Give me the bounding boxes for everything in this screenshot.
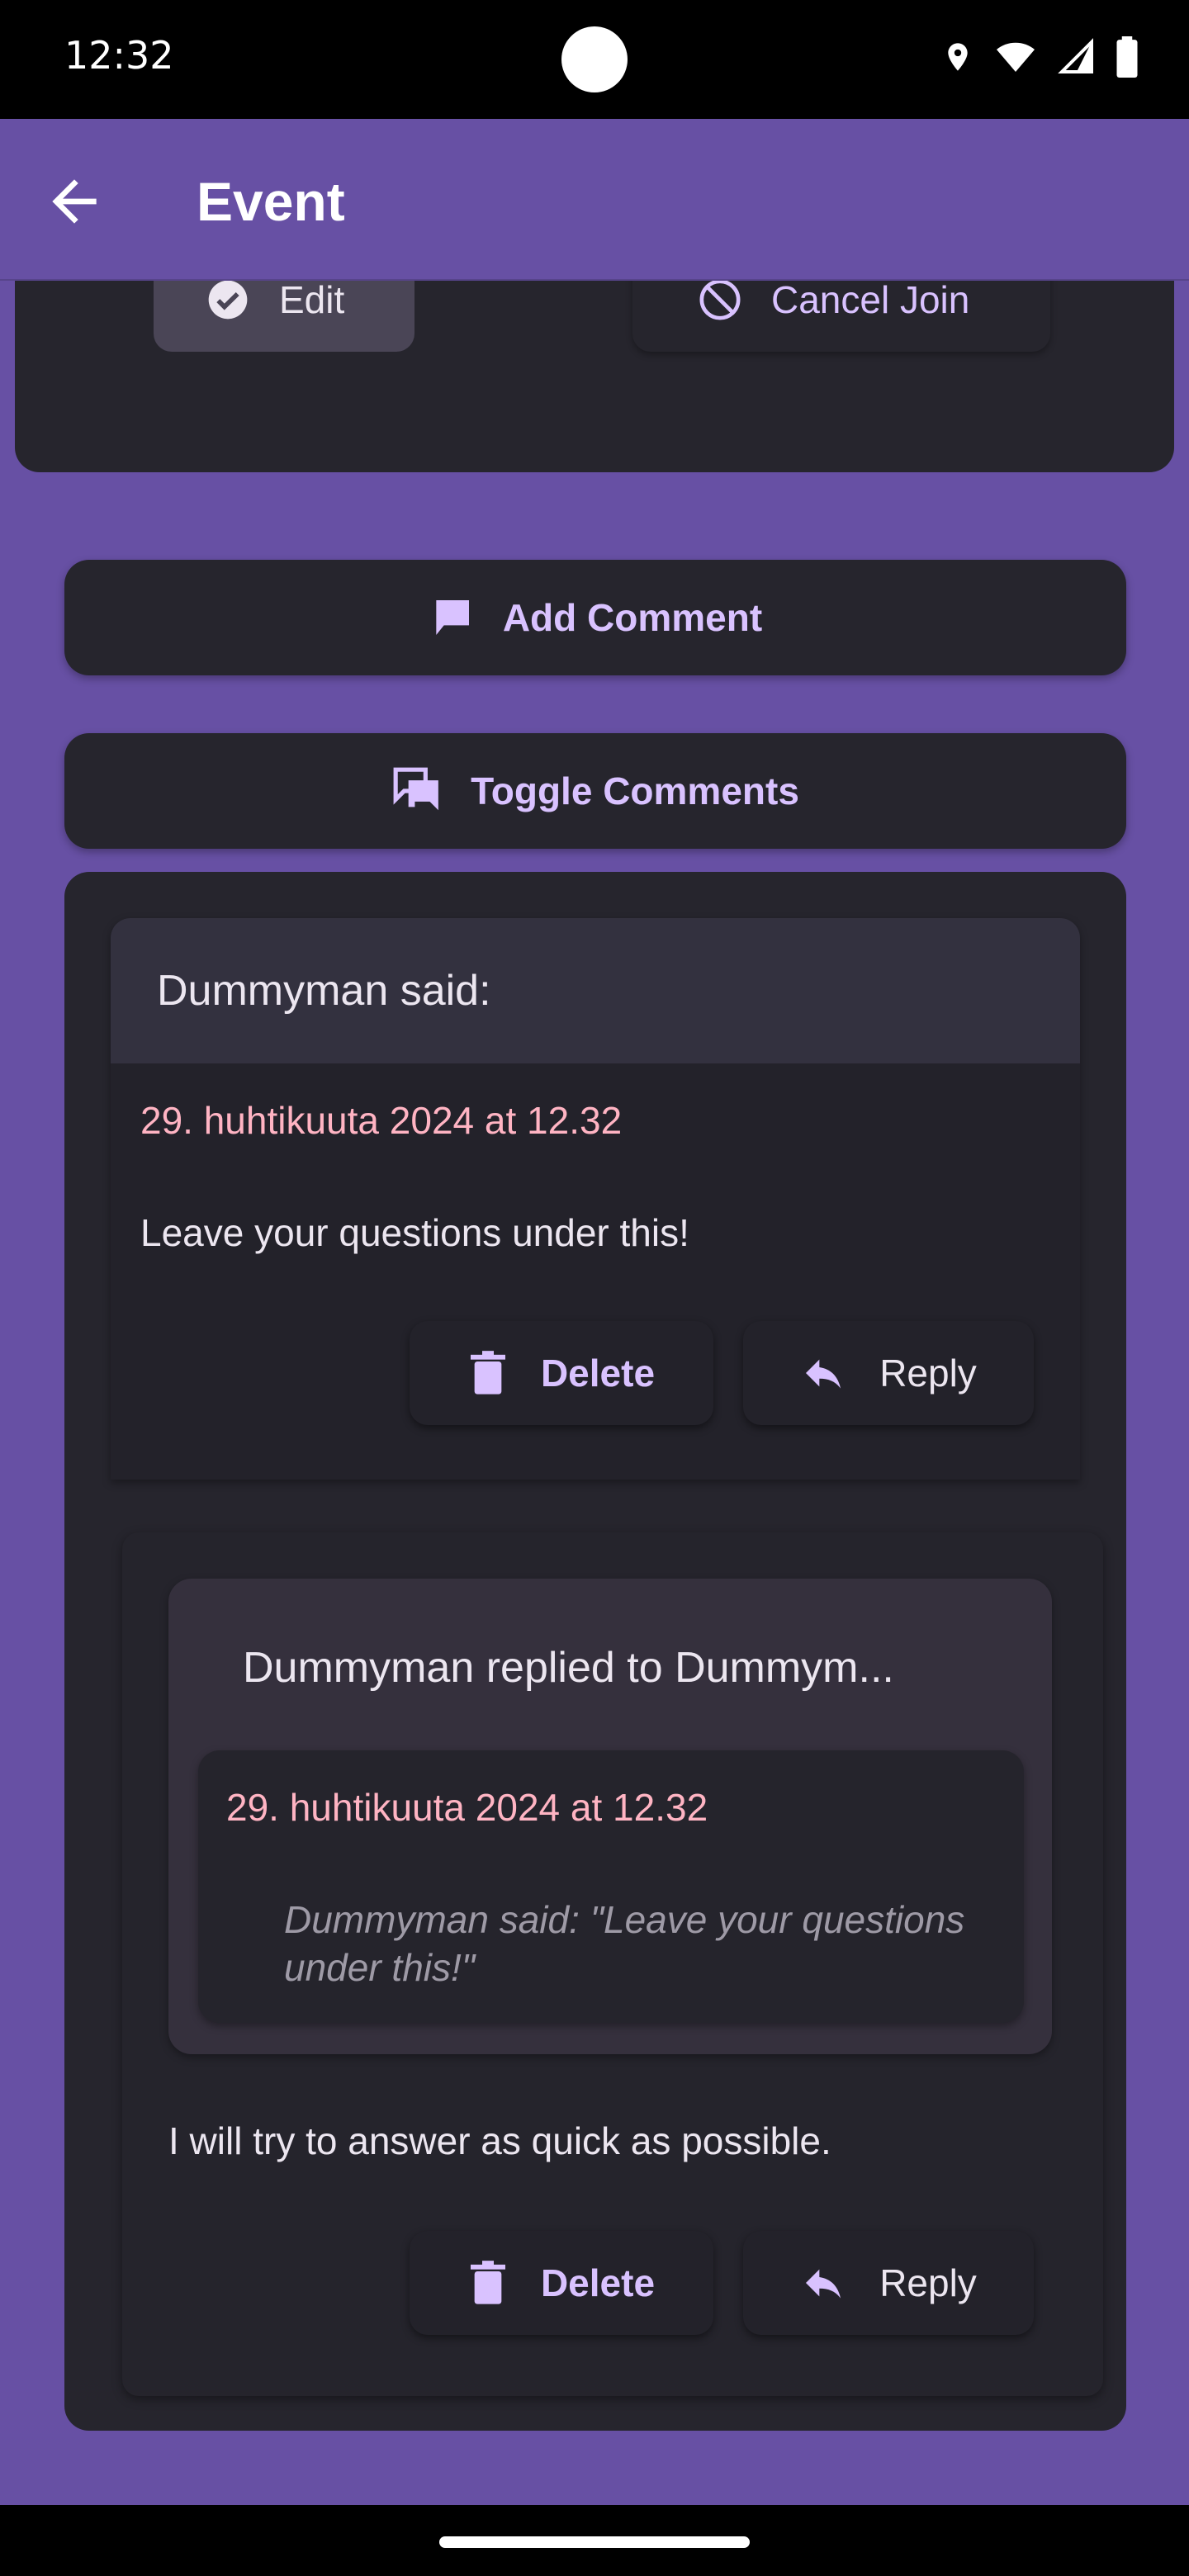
quote-date: 29. huhtikuuta 2024 at 12.32 [226, 1786, 708, 1829]
quote-box: 29. huhtikuuta 2024 at 12.32 Dummyman sa… [198, 1750, 1024, 2023]
event-content[interactable]: Edit Cancel Join Add Comment Toggle Comm… [0, 281, 1189, 2505]
delete-label: Delete [540, 1352, 656, 1395]
location-icon [941, 37, 974, 77]
add-comment-button[interactable]: Add Comment [64, 560, 1126, 675]
reply-card: Dummyman replied to Dummym... 29. huhtik… [168, 1579, 1052, 2054]
app-bar: Event [0, 119, 1189, 281]
status-time: 12:32 [64, 33, 174, 78]
forum-icon [391, 765, 443, 817]
status-bar: 12:32 [0, 0, 1189, 119]
delete-icon [468, 1350, 508, 1396]
arrow-back-icon [52, 179, 97, 224]
comment-author: Dummyman said: [157, 967, 491, 1015]
delete-button[interactable]: Delete [410, 1321, 713, 1425]
reply-delete-button[interactable]: Delete [410, 2231, 713, 2335]
block-icon [697, 281, 743, 323]
comment-card: Dummyman said: 29. huhtikuuta 2024 at 12… [111, 918, 1080, 1480]
comment-icon [429, 594, 475, 641]
reply-icon [800, 2260, 846, 2306]
reply-text: I will try to answer as quick as possibl… [168, 2119, 831, 2162]
cancel-join-label: Cancel Join [771, 281, 970, 321]
reply-reply-button[interactable]: Reply [743, 2231, 1034, 2335]
reply-icon [800, 1350, 846, 1396]
reply-header: Dummyman replied to Dummym... [243, 1644, 894, 1692]
edit-button[interactable]: Edit [154, 281, 414, 352]
comment-date: 29. huhtikuuta 2024 at 12.32 [140, 1099, 623, 1142]
reply-button[interactable]: Reply [743, 1321, 1034, 1425]
reply-reply-label: Reply [879, 2261, 977, 2304]
add-comment-label: Add Comment [502, 596, 763, 639]
camera-cutout [561, 26, 628, 92]
check-circle-icon [205, 281, 251, 323]
reply-container: Dummyman replied to Dummym... 29. huhtik… [122, 1532, 1103, 2396]
back-button[interactable] [41, 168, 107, 234]
home-handle[interactable] [439, 2536, 750, 2548]
wifi-icon [992, 37, 1039, 77]
reply-delete-label: Delete [540, 2261, 656, 2304]
navigation-bar [0, 2505, 1189, 2576]
toggle-comments-button[interactable]: Toggle Comments [64, 733, 1126, 849]
comment-text: Leave your questions under this! [140, 1211, 689, 1254]
page-title: Event [197, 171, 345, 232]
battery-icon [1115, 36, 1139, 78]
status-icons [941, 36, 1139, 78]
signal-icon [1057, 37, 1097, 77]
comments-panel: Dummyman said: 29. huhtikuuta 2024 at 12… [64, 872, 1126, 2431]
comment-header: Dummyman said: [111, 918, 1080, 1063]
delete-icon [468, 2260, 508, 2306]
toggle-comments-label: Toggle Comments [471, 769, 799, 812]
cancel-join-button[interactable]: Cancel Join [632, 281, 1050, 352]
event-card: Edit Cancel Join [15, 281, 1174, 472]
quote-text: Dummyman said: "Leave your questions und… [284, 1898, 965, 1989]
reply-label: Reply [879, 1352, 977, 1395]
edit-label: Edit [279, 281, 345, 321]
